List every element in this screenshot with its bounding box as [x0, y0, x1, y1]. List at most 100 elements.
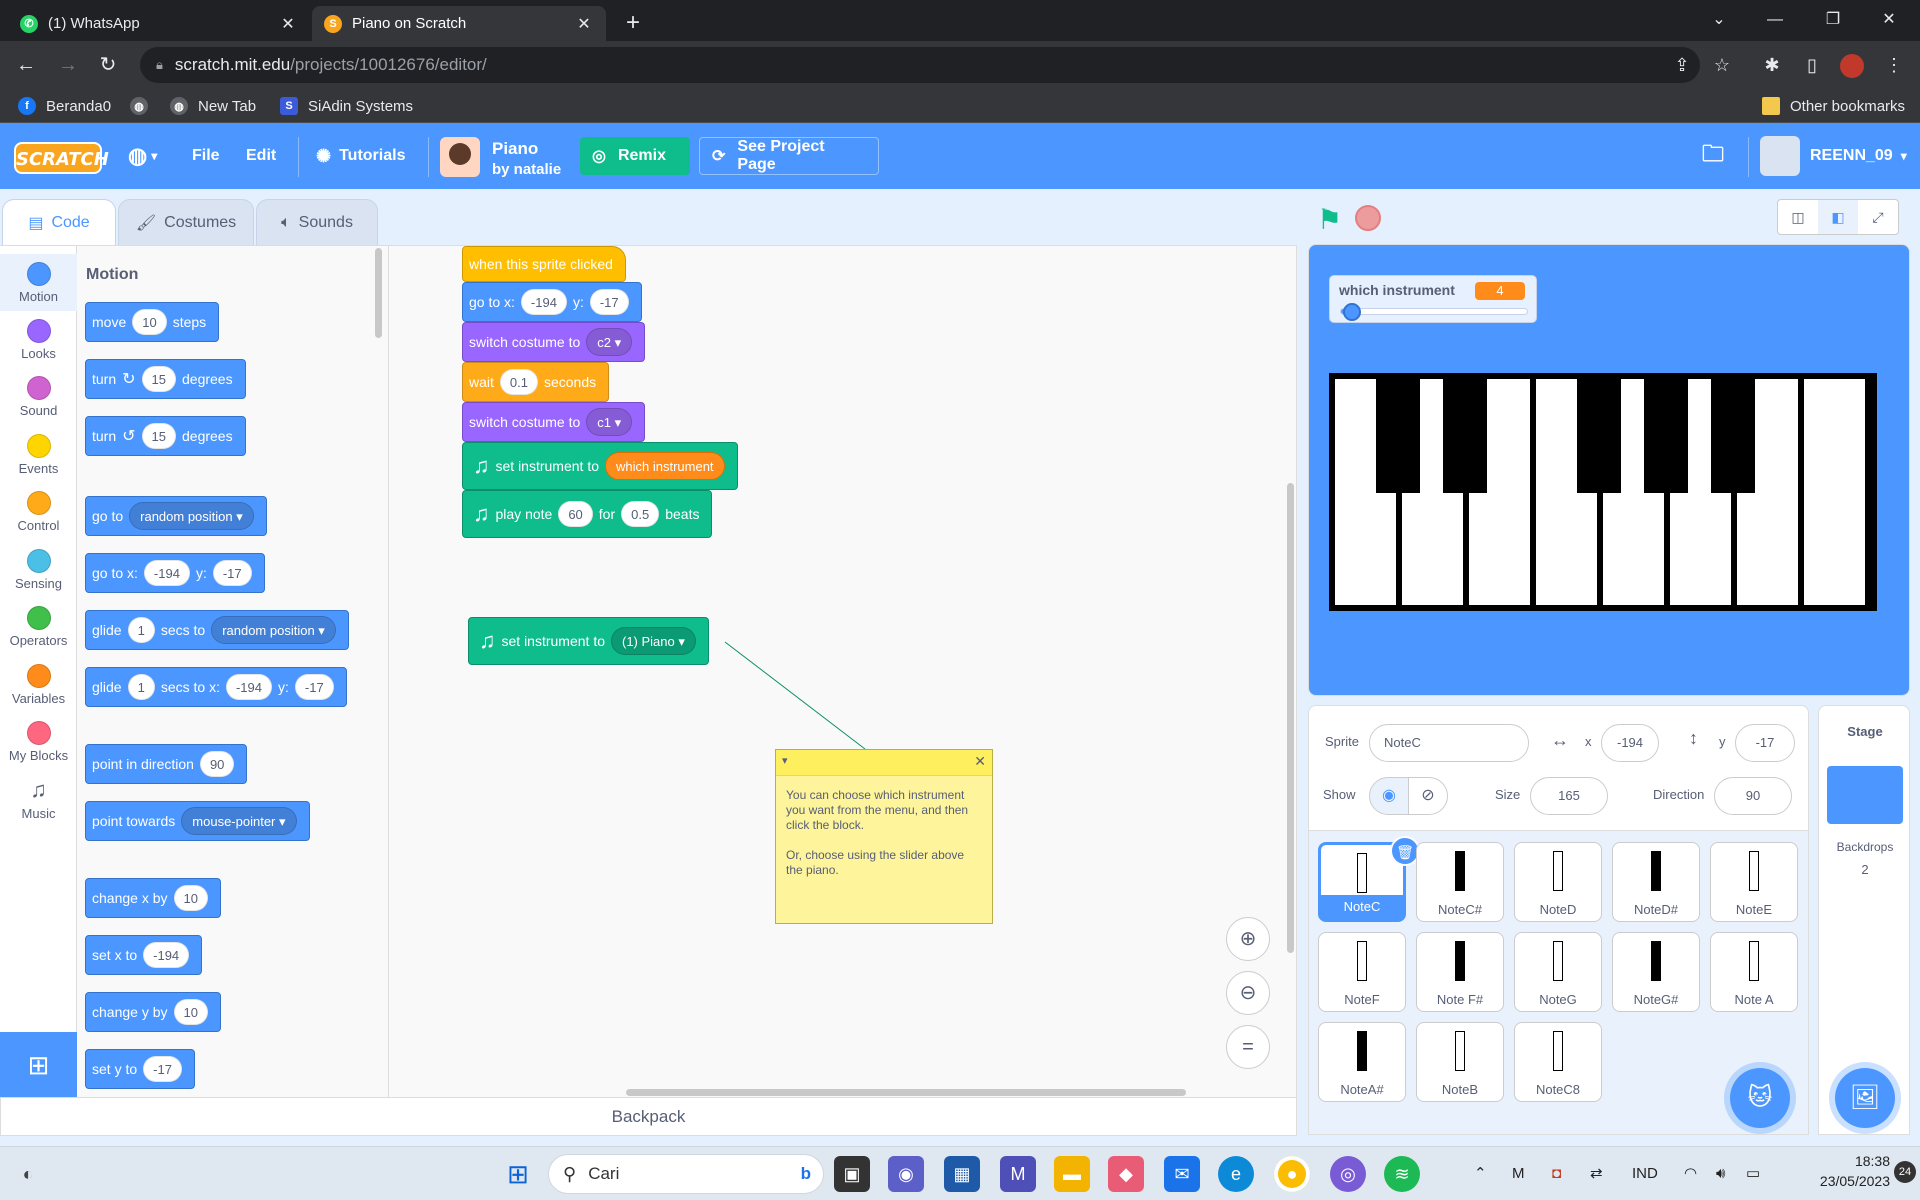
white-key[interactable] — [1804, 379, 1865, 605]
which-instrument-reporter[interactable]: which instrument — [605, 452, 725, 480]
x-input[interactable]: -194 — [143, 560, 190, 586]
teams-icon[interactable]: ◉ — [888, 1156, 924, 1192]
target-dropdown[interactable]: mouse-pointer — [181, 807, 297, 835]
category-sound[interactable]: Sound — [0, 368, 77, 425]
category-variables[interactable]: Variables — [0, 656, 77, 713]
battery-icon[interactable]: ▭ — [1746, 1147, 1760, 1200]
url-input[interactable]: 🔒︎ scratch.mit.edu /projects/10012676/ed… — [140, 47, 1700, 83]
change-y-block[interactable]: change y by 10 — [85, 992, 221, 1032]
note-input[interactable]: 60 — [558, 501, 593, 527]
category-control[interactable]: Control — [0, 483, 77, 540]
sprite-tile[interactable]: NoteD — [1514, 842, 1602, 922]
loose-set-instrument-block[interactable]: ♫ set instrument to (1) Piano — [468, 617, 709, 665]
my-stuff-folder-icon[interactable]: 🗀︎ — [1702, 123, 1724, 189]
stage-canvas[interactable]: which instrument 4 — [1308, 244, 1910, 696]
sidepanel-icon[interactable]: ▯ — [1796, 49, 1828, 81]
monitor-slider[interactable] — [1340, 303, 1528, 321]
set-x-block[interactable]: set x to -194 — [85, 935, 203, 975]
hide-button[interactable]: ⊘ — [1408, 777, 1448, 815]
tab-scratch[interactable]: S Piano on Scratch ✕ — [312, 6, 606, 41]
add-extension-button[interactable]: ⊞ — [0, 1032, 77, 1098]
secs-input[interactable]: 1 — [127, 617, 155, 643]
sprite-tile[interactable]: Note F# — [1416, 932, 1504, 1012]
tray-chevron-icon[interactable]: ⌃ — [1474, 1147, 1487, 1200]
category-operators[interactable]: Operators — [0, 598, 77, 655]
variable-monitor[interactable]: which instrument 4 — [1329, 275, 1537, 323]
sprite-name-field[interactable]: NoteC — [1369, 724, 1529, 762]
add-sprite-button[interactable]: 🐱︎ — [1730, 1068, 1790, 1128]
go-to-xy-block[interactable]: go to x: -194 y: -17 — [85, 553, 265, 593]
tray-settings-icon[interactable]: ⇄ — [1590, 1147, 1603, 1200]
costume-dropdown[interactable]: c2 — [586, 328, 633, 356]
play-note-block[interactable]: ♫ play note 60 for 0.5 beats — [462, 490, 713, 538]
category-music[interactable]: ♫ Music — [0, 771, 77, 828]
vertical-scrollbar[interactable] — [1287, 483, 1294, 953]
user-avatar[interactable] — [1760, 136, 1800, 176]
script-go-to-xy-block[interactable]: go to x: -194 y: -17 — [462, 282, 642, 322]
tab-sounds[interactable]: 🔈︎ Sounds — [256, 199, 378, 245]
y-input[interactable]: -17 — [294, 674, 334, 700]
glide-to-block[interactable]: glide 1 secs to random position — [85, 610, 349, 650]
black-key[interactable] — [1577, 373, 1621, 493]
scratch-logo[interactable]: SCRATCH — [14, 142, 109, 174]
back-icon[interactable]: ← — [10, 49, 42, 81]
volume-icon[interactable]: 🔊︎ — [1716, 1147, 1725, 1200]
clock-time[interactable]: 18:38 — [1790, 1153, 1890, 1169]
wifi-icon[interactable]: ◠ — [1684, 1147, 1697, 1200]
sprite-tile[interactable]: NoteC8 — [1514, 1022, 1602, 1102]
x-input[interactable]: -194 — [225, 674, 272, 700]
sprite-tile[interactable]: NoteA# — [1318, 1022, 1406, 1102]
tab-code[interactable]: ▤ Code — [2, 199, 116, 245]
fullscreen-icon[interactable]: ⤢ — [1858, 200, 1898, 234]
bookmark-star-icon[interactable]: ☆ — [1706, 49, 1738, 81]
direction-field[interactable]: 90 — [1714, 777, 1792, 815]
account-menu[interactable]: REENN_09 ▾ — [1810, 123, 1907, 189]
spotify-icon[interactable]: ≋ — [1384, 1156, 1420, 1192]
green-flag-icon[interactable]: ⚑ — [1317, 203, 1342, 236]
target-dropdown[interactable]: random position — [211, 616, 336, 644]
tab-whatsapp[interactable]: ✆ (1) WhatsApp ✕ — [8, 6, 310, 41]
app-icon[interactable]: ◎ — [1330, 1156, 1366, 1192]
point-in-direction-block[interactable]: point in direction 90 — [85, 744, 248, 784]
restore-button[interactable]: ❐ — [1810, 6, 1856, 34]
wait-block[interactable]: wait 0.1 seconds — [462, 362, 610, 402]
y-input[interactable]: -17 — [143, 1056, 182, 1082]
piano-keyboard[interactable] — [1329, 373, 1877, 611]
sprite-tile[interactable]: NoteG# — [1612, 932, 1700, 1012]
sprite-tile[interactable]: Note A — [1710, 932, 1798, 1012]
profile-avatar[interactable] — [1836, 49, 1868, 81]
bookmark-globe[interactable]: ◍ — [130, 94, 158, 118]
bookmark-item[interactable]: ◍ New Tab — [170, 94, 256, 118]
close-icon[interactable]: ✕ — [974, 753, 986, 770]
sprite-tile[interactable]: NoteE — [1710, 842, 1798, 922]
script-comment[interactable]: ▾ ✕ You can choose which instrument you … — [775, 749, 993, 924]
category-sensing[interactable]: Sensing — [0, 541, 77, 598]
sprite-tile[interactable]: NoteD# — [1612, 842, 1700, 922]
sprite-tile[interactable]: NoteC 🗑︎ — [1318, 836, 1420, 922]
turn-right-block[interactable]: turn ↻ 15 degrees — [85, 359, 246, 399]
project-author[interactable]: by natalie — [492, 161, 561, 178]
file-menu[interactable]: File — [192, 123, 220, 189]
tray-app-icon[interactable]: M — [1512, 1147, 1525, 1200]
black-key[interactable] — [1711, 373, 1755, 493]
category-events[interactable]: Events — [0, 426, 77, 483]
steps-input[interactable]: 10 — [132, 309, 167, 335]
y-input[interactable]: -17 — [589, 289, 629, 315]
edge-icon[interactable]: e — [1218, 1156, 1254, 1192]
palette-scrollbar[interactable] — [375, 248, 382, 338]
author-avatar[interactable] — [440, 137, 480, 177]
share-icon[interactable]: ⇪ — [1666, 49, 1698, 81]
chrome-icon[interactable]: ● — [1274, 1156, 1310, 1192]
target-dropdown[interactable]: random position — [129, 502, 254, 530]
tab-costumes[interactable]: 🖌︎ Costumes — [118, 199, 254, 245]
change-x-block[interactable]: change x by 10 — [85, 878, 221, 918]
sprite-tile[interactable]: NoteB — [1416, 1022, 1504, 1102]
category-looks[interactable]: Looks — [0, 311, 77, 368]
tutorials-button[interactable]: ✺ Tutorials — [316, 123, 405, 189]
size-field[interactable]: 165 — [1530, 777, 1608, 815]
glide-to-xy-block[interactable]: glide 1 secs to x: -194 y: -17 — [85, 667, 347, 707]
x-input[interactable]: -194 — [520, 289, 567, 315]
slider-knob[interactable] — [1342, 303, 1361, 321]
turn-left-block[interactable]: turn ↺ 15 degrees — [85, 416, 246, 456]
extensions-icon[interactable]: ✱ — [1756, 49, 1788, 81]
